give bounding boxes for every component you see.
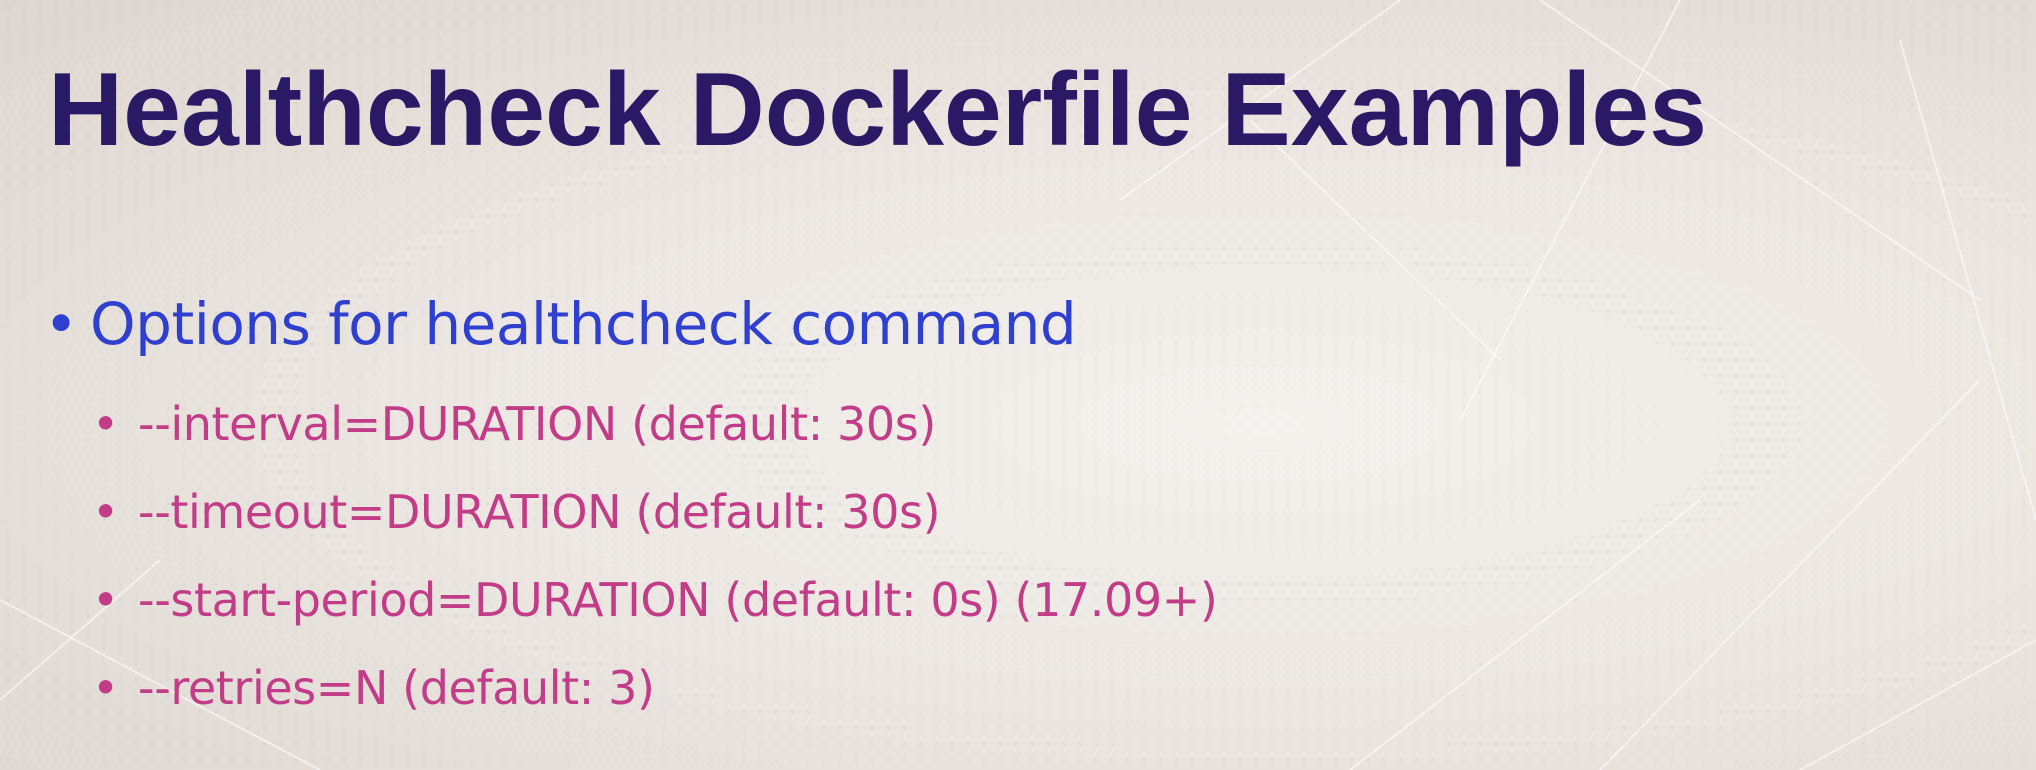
sub-bullet-start-period: • --start-period=DURATION (default: 0s) (… — [92, 568, 1218, 632]
sub-bullet-marker: • — [92, 485, 119, 539]
slide: Healthcheck Dockerfile Examples • Options… — [0, 0, 2036, 770]
bullet-text: Options for healthcheck command — [90, 290, 1077, 358]
sub-bullet-text: --interval=DURATION (default: 30s) — [138, 397, 936, 451]
sub-bullet-retries: • --retries=N (default: 3) — [92, 656, 655, 720]
sub-bullet-text: --start-period=DURATION (default: 0s) (1… — [138, 573, 1218, 627]
bullet-list: • Options for healthcheck command • --inte… — [0, 0, 2036, 770]
bullet-options-heading: • Options for healthcheck command — [44, 286, 1077, 362]
sub-bullet-interval: • --interval=DURATION (default: 30s) — [92, 392, 936, 456]
sub-bullet-marker: • — [92, 397, 119, 451]
bullet-marker: • — [44, 290, 78, 358]
sub-bullet-text: --timeout=DURATION (default: 30s) — [138, 485, 941, 539]
sub-bullet-marker: • — [92, 573, 119, 627]
sub-bullet-marker: • — [92, 661, 119, 715]
sub-bullet-text: --retries=N (default: 3) — [138, 661, 655, 715]
sub-bullet-timeout: • --timeout=DURATION (default: 30s) — [92, 480, 941, 544]
